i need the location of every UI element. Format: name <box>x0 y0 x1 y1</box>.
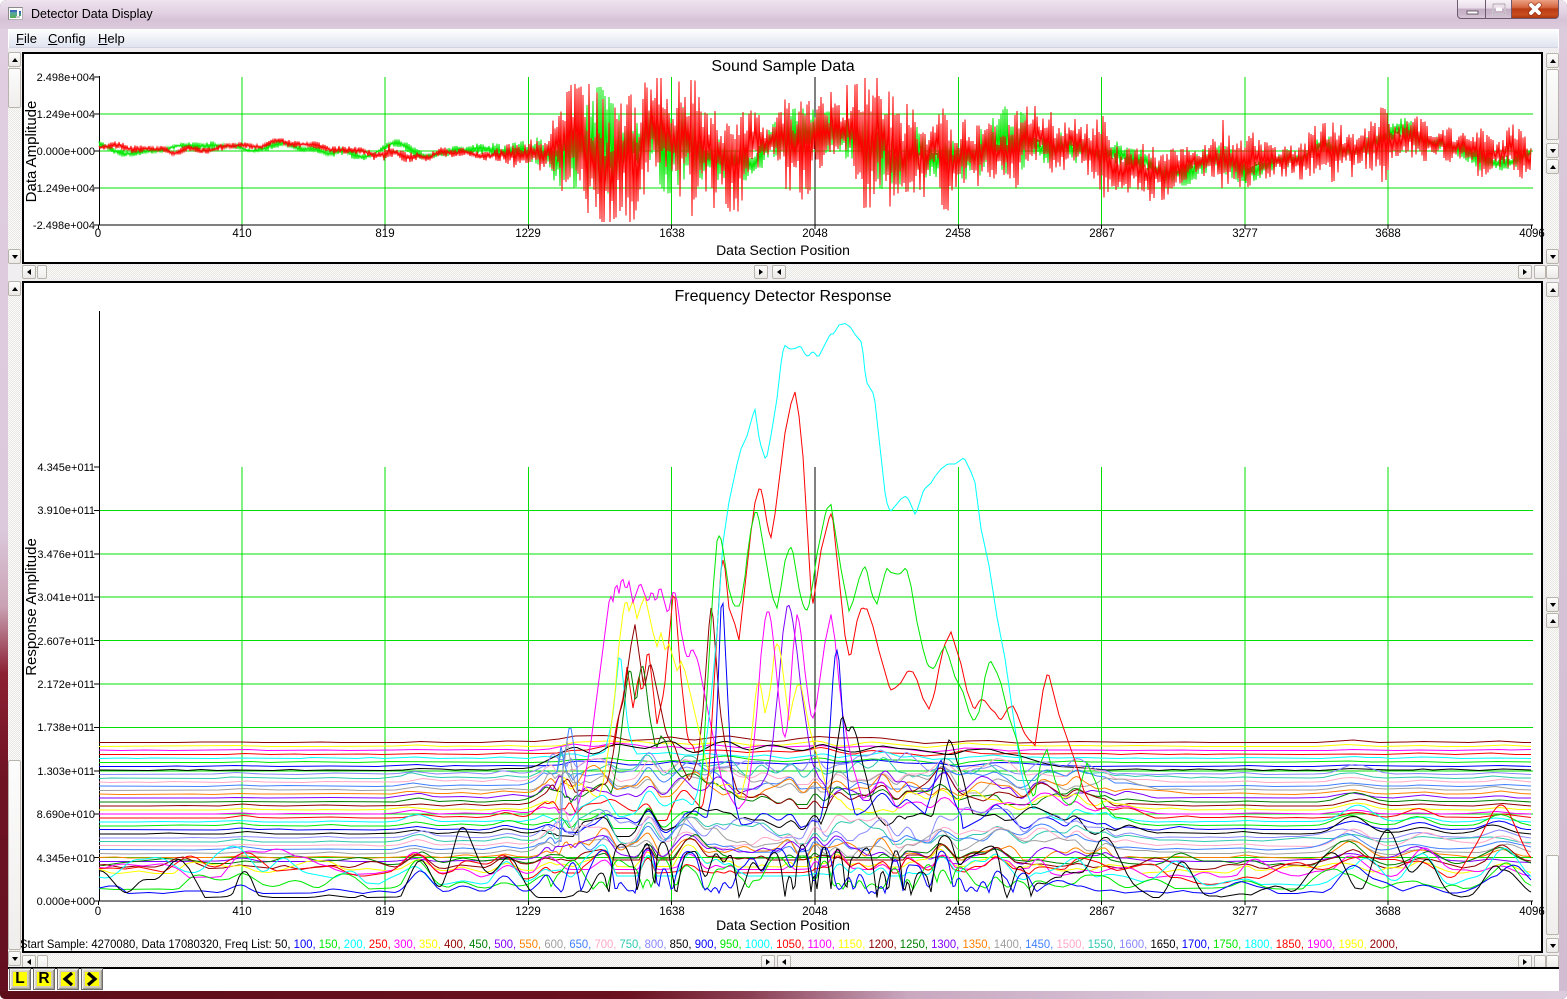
svg-text:0: 0 <box>95 228 101 240</box>
svg-text:1.738e+011: 1.738e+011 <box>37 722 95 734</box>
svg-text:410: 410 <box>232 228 251 240</box>
svg-text:1229: 1229 <box>515 228 541 240</box>
svg-text:4096: 4096 <box>1519 228 1545 240</box>
svg-text:3277: 3277 <box>1232 906 1258 918</box>
svg-text:2458: 2458 <box>945 228 971 240</box>
svg-text:8.690e+010: 8.690e+010 <box>37 809 95 821</box>
svg-text:3688: 3688 <box>1375 228 1401 240</box>
svg-text:Frequency Detector Response: Frequency Detector Response <box>675 288 892 305</box>
svg-text:819: 819 <box>375 228 394 240</box>
svg-text:0.000e+000: 0.000e+000 <box>37 146 95 158</box>
svg-text:819: 819 <box>375 906 394 918</box>
svg-text:1638: 1638 <box>659 906 685 918</box>
svg-text:3277: 3277 <box>1232 228 1258 240</box>
svg-text:-1.249e+004: -1.249e+004 <box>33 183 95 195</box>
svg-text:Sound Sample Data: Sound Sample Data <box>711 58 854 75</box>
svg-text:2867: 2867 <box>1089 906 1115 918</box>
svg-text:0.000e+000: 0.000e+000 <box>37 896 95 908</box>
svg-text:Response Amplitude: Response Amplitude <box>23 538 40 676</box>
svg-text:3.476e+011: 3.476e+011 <box>37 549 95 561</box>
svg-text:Start Sample: 4270080, Data 17: Start Sample: 4270080, Data 17080320, Fr… <box>20 937 1398 951</box>
svg-text:4.345e+010: 4.345e+010 <box>37 853 95 865</box>
svg-text:2.498e+004: 2.498e+004 <box>37 72 95 84</box>
svg-text:2867: 2867 <box>1089 228 1115 240</box>
svg-text:0: 0 <box>95 906 101 918</box>
svg-text:4.345e+011: 4.345e+011 <box>37 462 95 474</box>
svg-text:2458: 2458 <box>945 906 971 918</box>
svg-text:3.910e+011: 3.910e+011 <box>37 505 95 517</box>
svg-text:1638: 1638 <box>659 228 685 240</box>
svg-text:2.607e+011: 2.607e+011 <box>37 636 95 648</box>
svg-text:2.172e+011: 2.172e+011 <box>37 679 95 691</box>
svg-text:1.303e+011: 1.303e+011 <box>37 766 95 778</box>
svg-text:Data Section Position: Data Section Position <box>716 917 850 933</box>
svg-text:1.249e+004: 1.249e+004 <box>37 109 95 121</box>
svg-text:Data Amplitude: Data Amplitude <box>23 101 40 203</box>
svg-text:Data Section Position: Data Section Position <box>716 242 850 258</box>
svg-text:3688: 3688 <box>1375 906 1401 918</box>
svg-text:410: 410 <box>232 906 251 918</box>
svg-text:2048: 2048 <box>802 228 828 240</box>
svg-text:3.041e+011: 3.041e+011 <box>37 592 95 604</box>
svg-text:1229: 1229 <box>515 906 541 918</box>
svg-text:4096: 4096 <box>1519 906 1545 918</box>
svg-text:-2.498e+004: -2.498e+004 <box>33 220 95 232</box>
